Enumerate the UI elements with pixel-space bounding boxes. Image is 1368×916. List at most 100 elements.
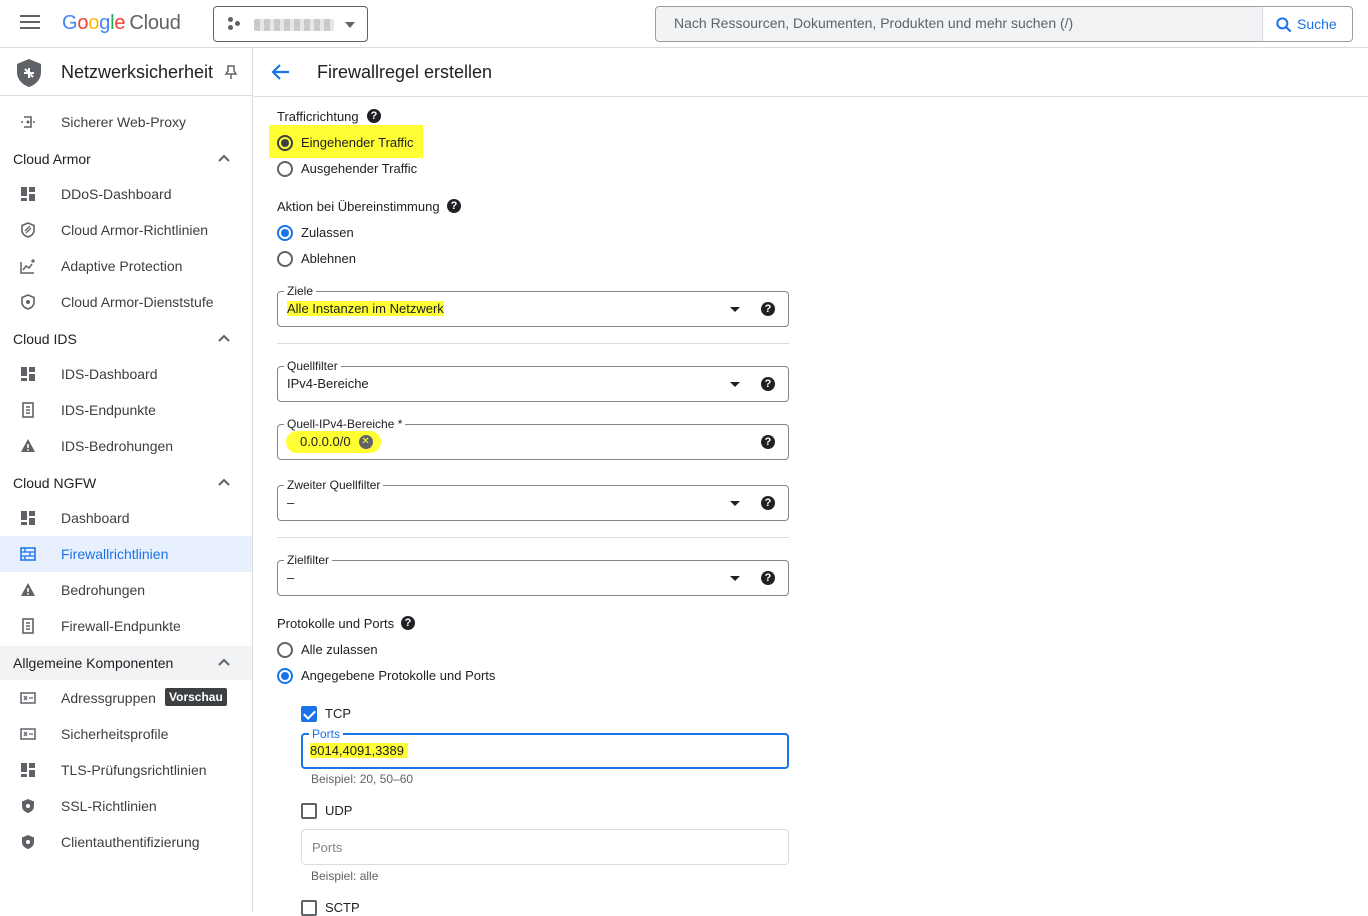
sidebar-item-label: SSL-Richtlinien xyxy=(61,798,157,814)
main-menu-icon[interactable] xyxy=(20,15,40,33)
radio-deny-label: Ablehnen xyxy=(301,251,356,266)
sidebar-item-ids-dashboard[interactable]: IDS-Dashboard xyxy=(0,356,252,392)
help-icon[interactable]: ? xyxy=(761,435,775,449)
help-icon[interactable]: ? xyxy=(761,496,775,510)
chevron-up-icon xyxy=(218,658,230,666)
sidebar-item-label: Adaptive Protection xyxy=(61,258,183,274)
sidebar-item-ssl-policies[interactable]: SSL-Richtlinien xyxy=(0,788,252,824)
source-filter-select[interactable]: Quellfilter IPv4-Bereiche ? xyxy=(277,359,789,402)
target-filter-select[interactable]: Zielfilter – ? xyxy=(277,553,789,596)
chevron-up-icon xyxy=(218,154,230,162)
second-source-filter-label: Zweiter Quellfilter xyxy=(284,478,384,492)
protocols-label: Protokolle und Ports xyxy=(277,616,395,631)
sidebar-item-threats[interactable]: Bedrohungen xyxy=(0,572,252,608)
search-button[interactable]: Suche xyxy=(1262,6,1353,42)
source-ipv4-ranges-input[interactable]: Quell-IPv4-Bereiche * 0.0.0.0/0 ✕ ? xyxy=(277,417,789,460)
sidebar-header: Netzwerksicherheit xyxy=(0,48,253,96)
search-button-label: Suche xyxy=(1297,16,1337,32)
help-icon[interactable]: ? xyxy=(761,571,775,585)
sctp-label: SCTP xyxy=(325,900,360,915)
help-icon[interactable]: ? xyxy=(447,199,461,213)
sidebar-item-dashboard[interactable]: Dashboard xyxy=(0,500,252,536)
back-arrow-icon[interactable] xyxy=(271,62,291,82)
sidebar-item-label: IDS-Endpunkte xyxy=(61,402,156,418)
sidebar-item-secure-web-proxy[interactable]: Sicherer Web-Proxy xyxy=(0,104,252,140)
traffic-direction-label: Trafficrichtung xyxy=(277,109,359,124)
section-cloud-ids[interactable]: Cloud IDS xyxy=(0,322,252,356)
section-cloud-ngfw[interactable]: Cloud NGFW xyxy=(0,466,252,500)
second-source-filter-value: – xyxy=(287,495,295,510)
help-icon[interactable]: ? xyxy=(367,109,381,123)
threat-icon xyxy=(21,439,35,452)
sidebar-item-label: IDS-Bedrohungen xyxy=(61,438,174,454)
tcp-checkbox[interactable] xyxy=(301,706,317,722)
radio-specified-protocols-label: Angegebene Protokolle und Ports xyxy=(301,668,496,683)
target-filter-label: Zielfilter xyxy=(284,553,333,567)
search-input[interactable]: Nach Ressourcen, Dokumenten, Produkten u… xyxy=(655,6,1263,42)
sidebar-item-adaptive-protection[interactable]: Adaptive Protection xyxy=(0,248,252,284)
preview-badge: Vorschau xyxy=(165,688,227,706)
help-icon[interactable]: ? xyxy=(401,616,415,630)
sidebar-item-address-groups[interactable]: Adressgruppen Vorschau xyxy=(0,680,252,716)
chip-remove-icon[interactable]: ✕ xyxy=(358,435,373,449)
second-source-filter-select[interactable]: Zweiter Quellfilter – ? xyxy=(277,478,789,521)
section-general-components[interactable]: Allgemeine Komponenten xyxy=(0,646,252,680)
udp-checkbox[interactable] xyxy=(301,803,317,819)
udp-ports-input[interactable]: Ports xyxy=(301,829,789,865)
security-profile-icon xyxy=(20,728,36,740)
radio-ingress-label: Eingehender Traffic xyxy=(301,135,414,150)
sidebar-item-security-profiles[interactable]: Sicherheitsprofile xyxy=(0,716,252,752)
radio-specified-protocols[interactable] xyxy=(277,668,293,684)
radio-allow-all-label: Alle zulassen xyxy=(301,642,378,657)
divider xyxy=(277,537,789,538)
sidebar-item-ddos-dashboard[interactable]: DDoS-Dashboard xyxy=(0,176,252,212)
chevron-up-icon xyxy=(218,334,230,342)
tcp-ports-input[interactable]: Ports 8014,4091,3389 xyxy=(301,727,789,769)
targets-select[interactable]: Ziele Alle Instanzen im Netzwerk ? xyxy=(277,284,789,327)
sidebar-item-tls-inspection[interactable]: TLS-Prüfungsrichtlinien xyxy=(0,752,252,788)
udp-ports-placeholder: Ports xyxy=(312,840,343,855)
radio-egress[interactable] xyxy=(277,161,293,177)
dropdown-arrow-icon xyxy=(730,576,740,581)
project-picker[interactable] xyxy=(213,6,368,42)
sidebar-item-firewall-policies[interactable]: Firewallrichtlinien xyxy=(0,536,252,572)
endpoint-icon xyxy=(22,618,34,634)
sidebar-item-cloud-armor-tier[interactable]: Cloud Armor-Dienststufe xyxy=(0,284,252,320)
sidebar-item-label: Clientauthentifizierung xyxy=(61,834,200,850)
chevron-down-icon xyxy=(345,22,355,28)
shield-icon xyxy=(22,799,34,813)
project-icon xyxy=(228,17,242,31)
chip-label: 0.0.0.0/0 xyxy=(300,434,351,449)
sidebar-item-client-authentication[interactable]: Clientauthentifizierung xyxy=(0,824,252,860)
shield-icon xyxy=(22,835,34,849)
dashboard-icon xyxy=(21,511,35,525)
sidebar-item-label: Sicherheitsprofile xyxy=(61,726,169,742)
sidebar-item-ids-endpoints[interactable]: IDS-Endpunkte xyxy=(0,392,252,428)
help-icon[interactable]: ? xyxy=(761,302,775,316)
sidebar: Netzwerksicherheit Sicherer Web-Proxy Cl… xyxy=(0,48,253,912)
google-cloud-logo[interactable]: Google Cloud xyxy=(62,12,181,35)
sctp-checkbox[interactable] xyxy=(301,900,317,916)
sidebar-item-firewall-endpoints[interactable]: Firewall-Endpunkte xyxy=(0,608,252,644)
radio-allow-all[interactable] xyxy=(277,642,293,658)
help-icon[interactable]: ? xyxy=(761,377,775,391)
sidebar-item-ids-threats[interactable]: IDS-Bedrohungen xyxy=(0,428,252,464)
sidebar-item-label: Firewall-Endpunkte xyxy=(61,618,181,634)
sidebar-item-cloud-armor-policies[interactable]: Cloud Armor-Richtlinien xyxy=(0,212,252,248)
top-bar: Google Cloud Nach Ressourcen, Dokumenten,… xyxy=(0,0,1368,48)
shield-icon xyxy=(21,294,35,310)
radio-allow[interactable] xyxy=(277,225,293,241)
sidebar-title: Netzwerksicherheit xyxy=(61,62,214,82)
sidebar-item-label: IDS-Dashboard xyxy=(61,366,158,382)
radio-ingress[interactable] xyxy=(277,135,293,151)
section-label: Cloud IDS xyxy=(13,331,77,347)
radio-deny[interactable] xyxy=(277,251,293,267)
sidebar-item-label: Firewallrichtlinien xyxy=(61,546,169,562)
divider xyxy=(277,343,789,344)
sidebar-item-label: DDoS-Dashboard xyxy=(61,186,172,202)
endpoint-icon xyxy=(22,402,34,418)
section-cloud-armor[interactable]: Cloud Armor xyxy=(0,142,252,176)
sidebar-item-label: TLS-Prüfungsrichtlinien xyxy=(61,762,207,778)
targets-value: Alle Instanzen im Netzwerk xyxy=(287,301,444,316)
pin-icon[interactable] xyxy=(224,65,238,79)
